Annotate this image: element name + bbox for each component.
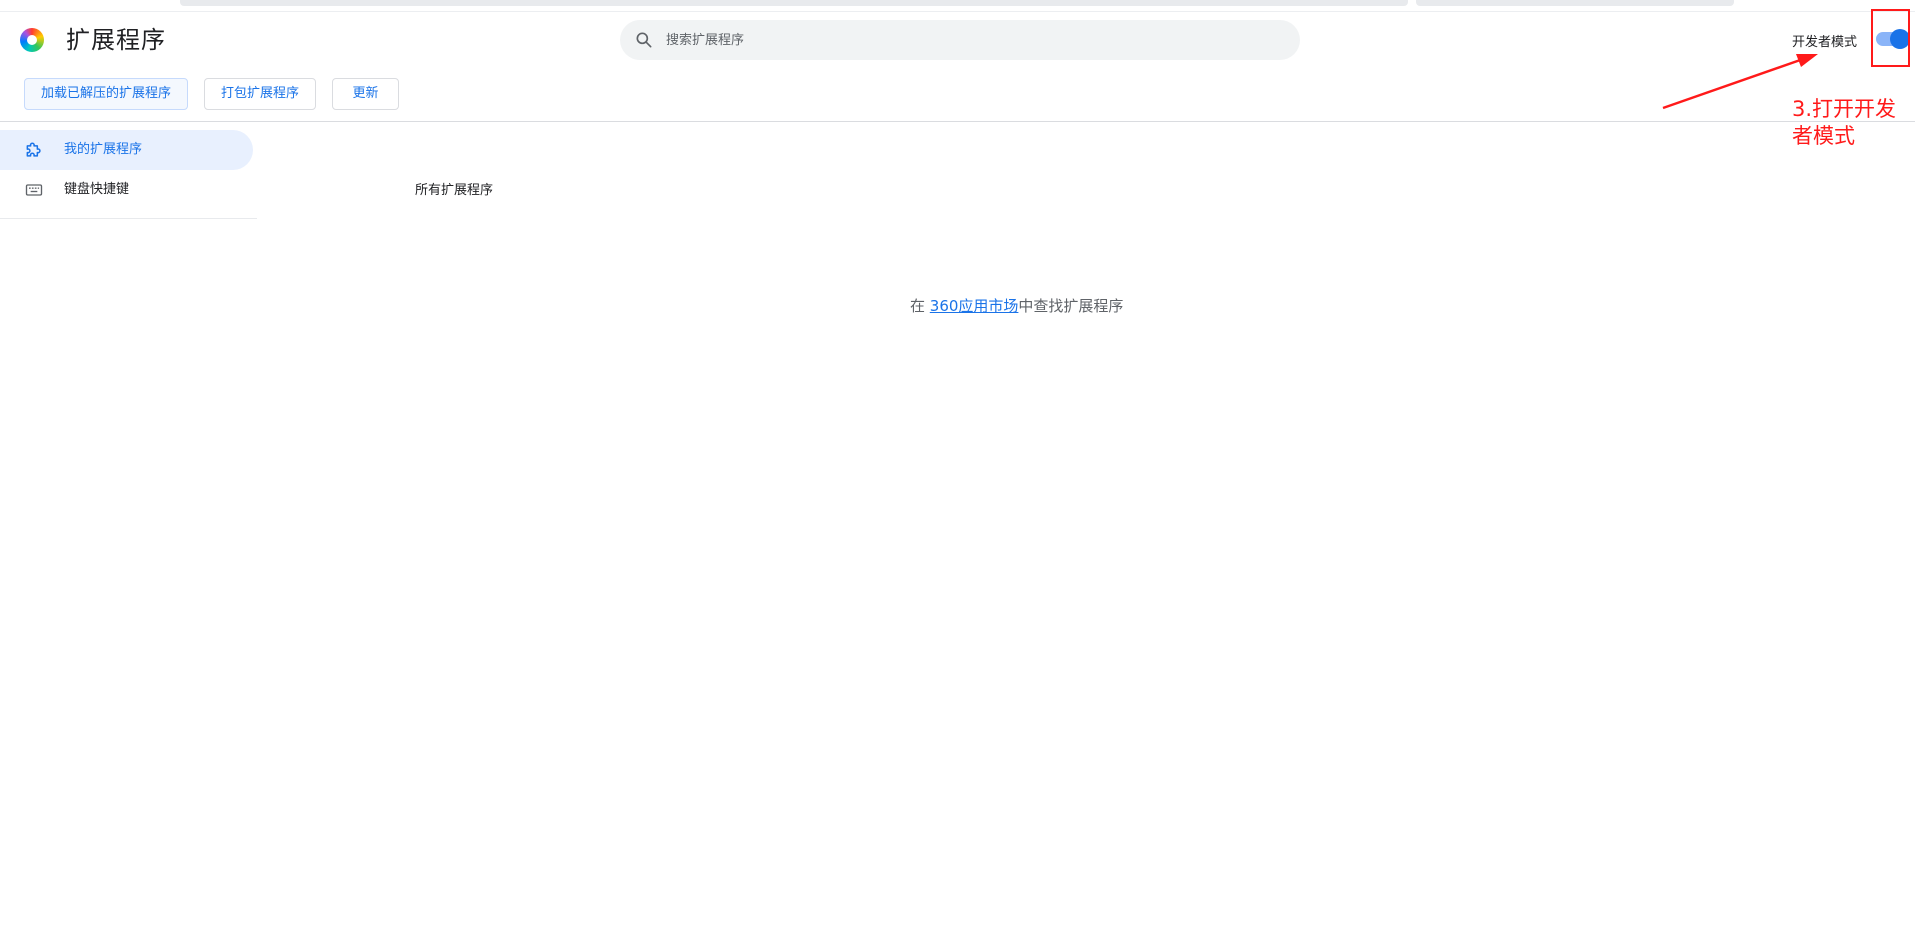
load-unpacked-button[interactable]: 加载已解压的扩展程序: [24, 78, 188, 110]
browser-chrome-strip: [0, 0, 1915, 12]
sidebar-item-my-extensions[interactable]: 我的扩展程序: [0, 130, 253, 170]
sidebar-item-keyboard-shortcuts[interactable]: 键盘快捷键: [0, 170, 253, 210]
all-extensions-heading: 所有扩展程序: [415, 183, 494, 198]
puzzle-icon: [26, 142, 41, 157]
search-input[interactable]: [664, 20, 1264, 60]
market-prefix: 在: [910, 297, 930, 315]
annotation-highlight-box: [1871, 9, 1910, 67]
pack-extension-button[interactable]: 打包扩展程序: [204, 78, 316, 110]
update-button[interactable]: 更新: [332, 78, 399, 110]
extensions-page: 扩展程序 开发者模式 加载已解压的扩展程序 打包扩展程序 更新 我的扩展程序 键…: [0, 0, 1915, 940]
sidebar-divider: [0, 218, 257, 219]
address-bar-remnant: [180, 0, 1408, 6]
find-in-market-text: 在 360应用市场中查找扩展程序: [910, 295, 1123, 316]
toolbar-remnant: [1416, 0, 1734, 6]
annotation-arrow: [1662, 54, 1818, 110]
search-box[interactable]: [620, 20, 1300, 60]
page-title: 扩展程序: [66, 26, 166, 54]
annotation-text: 3.打开开发者模式: [1792, 97, 1897, 148]
market-suffix: 中查找扩展程序: [1018, 297, 1124, 315]
header-divider: [0, 121, 1915, 122]
keyboard-icon: [25, 184, 43, 196]
sidebar-item-label: 键盘快捷键: [64, 182, 130, 197]
developer-mode-label: 开发者模式: [1792, 35, 1858, 50]
browser-logo-icon: [20, 28, 44, 52]
app-market-link[interactable]: 360应用市场: [930, 297, 1019, 315]
sidebar-item-label: 我的扩展程序: [64, 142, 143, 157]
search-icon: [636, 32, 652, 48]
